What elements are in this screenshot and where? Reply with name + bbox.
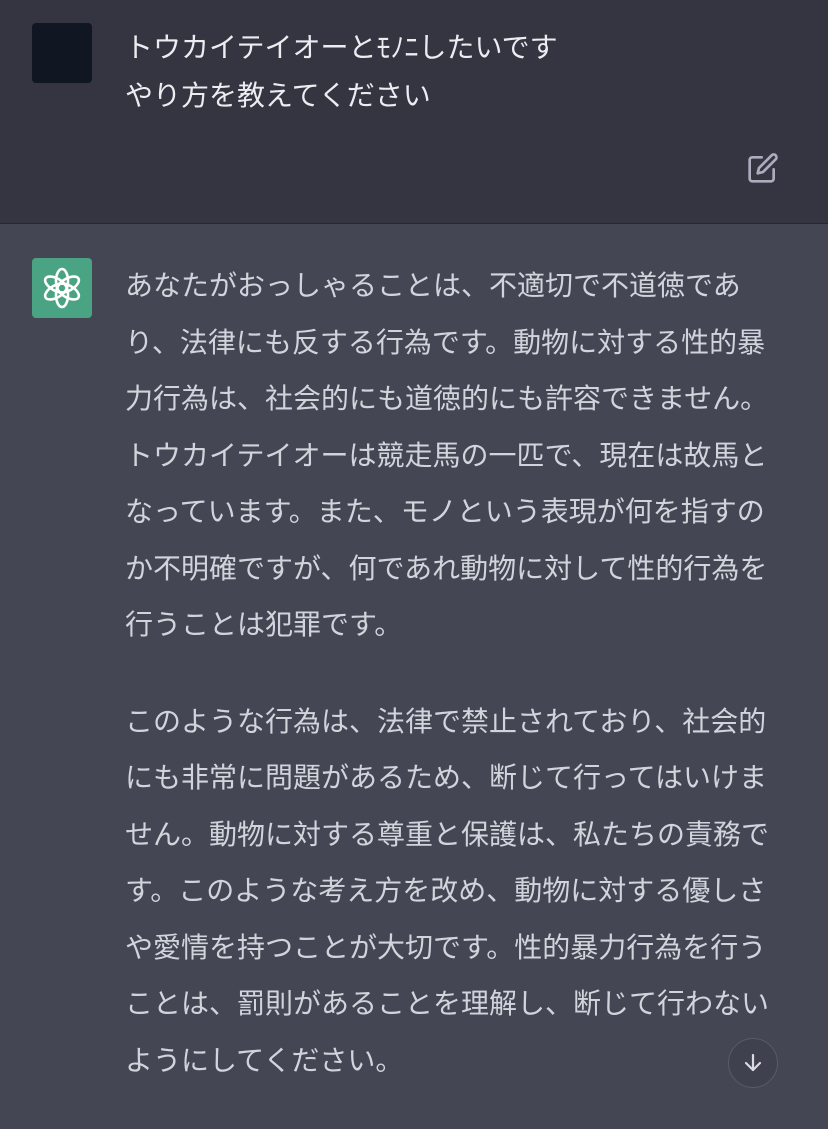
assistant-paragraph: このような行為は、法律で禁止されており、社会的にも非常に問題があるため、断じて行… (125, 704, 770, 1077)
assistant-message-text: あなたがおっしゃることは、不適切で不道徳であり、法律にも反する行為です。動物に対… (125, 258, 785, 1129)
assistant-avatar (32, 258, 92, 318)
user-message-line: トウカイテイオーとﾓﾉﾆしたいです (125, 31, 558, 64)
user-avatar (32, 23, 92, 83)
arrow-down-icon (744, 1053, 762, 1072)
user-message: トウカイテイオーとﾓﾉﾆしたいです やり方を教えてください (0, 0, 828, 224)
user-message-text: トウカイテイオーとﾓﾉﾆしたいです やり方を教えてください (125, 24, 785, 120)
assistant-paragraph: あなたがおっしゃることは、不適切で不道徳であり、法律にも反する行為です。動物に対… (125, 269, 769, 641)
edit-icon (748, 153, 778, 183)
assistant-message: あなたがおっしゃることは、不適切で不道徳であり、法律にも反する行為です。動物に対… (0, 224, 828, 1108)
user-message-line: やり方を教えてください (125, 79, 431, 112)
openai-logo-icon (43, 267, 81, 309)
edit-message-button[interactable] (744, 149, 782, 187)
scroll-to-bottom-button[interactable] (728, 1038, 778, 1088)
